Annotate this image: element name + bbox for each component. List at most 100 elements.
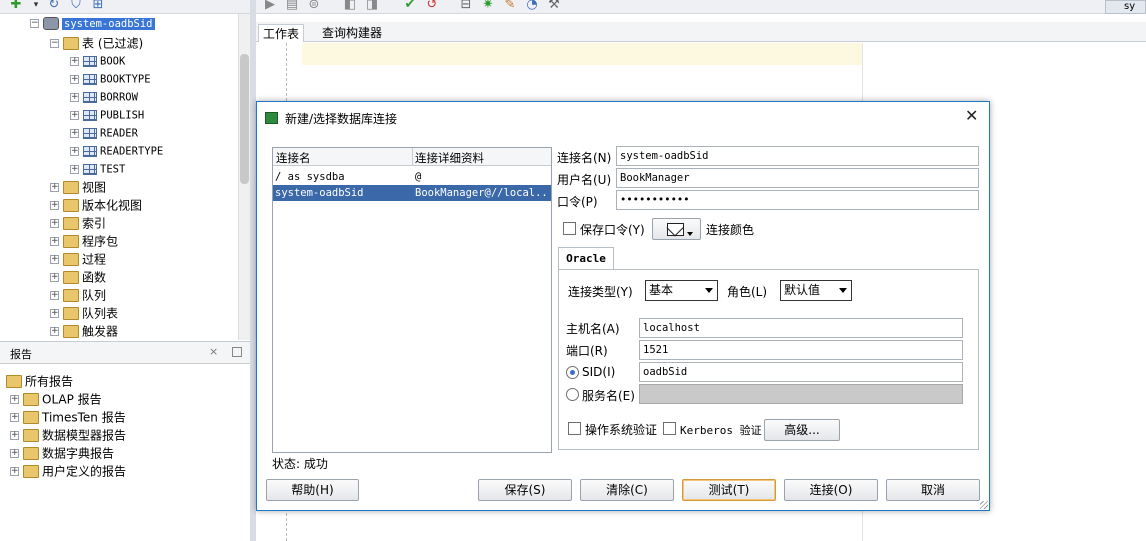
- expand-icon[interactable]: +: [70, 165, 79, 174]
- collapse-icon[interactable]: −: [30, 19, 39, 28]
- advanced-button[interactable]: 高级...: [764, 419, 840, 441]
- expand-icon[interactable]: +: [50, 219, 59, 228]
- dialog-titlebar[interactable]: 新建/选择数据库连接 ✕: [257, 102, 989, 132]
- dropdown-icon[interactable]: ▾: [28, 0, 44, 12]
- help-button[interactable]: 帮助(H): [266, 479, 359, 501]
- tree-scrollbar[interactable]: [238, 14, 250, 340]
- close-icon[interactable]: ×: [209, 345, 218, 358]
- expand-icon[interactable]: +: [50, 255, 59, 264]
- sid-radio[interactable]: [566, 366, 579, 379]
- expand-icon[interactable]: +: [70, 147, 79, 156]
- expand-icon[interactable]: +: [50, 273, 59, 282]
- tree-node-packages[interactable]: + 程序包: [50, 232, 118, 250]
- tree-node-table[interactable]: + TEST: [70, 160, 125, 178]
- history-icon[interactable]: ◨: [364, 0, 380, 12]
- test-button[interactable]: 测试(T): [682, 479, 776, 501]
- expand-icon[interactable]: +: [70, 93, 79, 102]
- list-item-selected[interactable]: system-oadbSid BookManager@//local...: [273, 185, 551, 201]
- tools-icon[interactable]: ⚒: [546, 0, 562, 12]
- conn-name-field[interactable]: system-oadbSid: [616, 146, 979, 166]
- expand-icon[interactable]: +: [50, 201, 59, 210]
- collapse-icon[interactable]: −: [50, 39, 59, 48]
- column-header-details[interactable]: 连接详细资料: [415, 150, 484, 166]
- expand-icon[interactable]: +: [50, 327, 59, 336]
- resize-grip[interactable]: [980, 501, 988, 509]
- list-item[interactable]: / as sysdba @: [273, 169, 551, 185]
- close-icon[interactable]: ✕: [965, 107, 978, 125]
- connection-color-picker[interactable]: [652, 218, 701, 240]
- password-field[interactable]: •••••••••••: [616, 190, 979, 210]
- monitor-icon[interactable]: ◔: [524, 0, 540, 12]
- expand-icon[interactable]: +: [10, 413, 19, 422]
- expand-icon[interactable]: +: [50, 291, 59, 300]
- tree-node-procedures[interactable]: + 过程: [50, 250, 106, 268]
- refresh-icon[interactable]: ↻: [46, 0, 62, 12]
- kerberos-checkbox[interactable]: [663, 422, 676, 435]
- expand-icon[interactable]: +: [70, 129, 79, 138]
- tree-node-table[interactable]: + BOOKTYPE: [70, 70, 151, 88]
- reports-item[interactable]: + 数据字典报告: [10, 444, 114, 462]
- tree-node-queue-tables[interactable]: + 队列表: [50, 304, 118, 322]
- expand-icon[interactable]: +: [70, 75, 79, 84]
- tree-node-table[interactable]: + PUBLISH: [70, 106, 144, 124]
- username-field[interactable]: BookManager: [616, 168, 979, 188]
- reports-item[interactable]: + 数据模型器报告: [10, 426, 126, 444]
- tree-node-queues[interactable]: + 队列: [50, 286, 106, 304]
- cancel-button[interactable]: 取消: [886, 479, 980, 501]
- clear-icon[interactable]: ✎: [502, 0, 518, 12]
- connect-button[interactable]: 连接(O): [784, 479, 878, 501]
- connection-selector[interactable]: sy: [1105, 0, 1146, 14]
- sid-field[interactable]: oadbSid: [639, 362, 963, 382]
- save-button[interactable]: 保存(S): [478, 479, 572, 501]
- conn-type-select[interactable]: 基本: [645, 280, 718, 301]
- expand-icon[interactable]: +: [10, 467, 19, 476]
- tab-worksheet[interactable]: 工作表: [258, 24, 305, 42]
- minimize-icon[interactable]: [232, 347, 242, 357]
- os-auth-checkbox[interactable]: [568, 422, 581, 435]
- schema-browser-icon[interactable]: ⊞: [90, 0, 106, 12]
- tree-node-indexes[interactable]: + 索引: [50, 214, 106, 232]
- service-name-field[interactable]: [639, 384, 963, 404]
- reports-item[interactable]: + OLAP 报告: [10, 390, 102, 408]
- tree-node-table[interactable]: + READER: [70, 124, 138, 142]
- expand-icon[interactable]: +: [50, 309, 59, 318]
- tab-query-builder[interactable]: 查询构建器: [318, 24, 386, 42]
- tree-node-connection[interactable]: − system-oadbSid: [30, 14, 155, 32]
- reports-item[interactable]: + TimesTen 报告: [10, 408, 126, 426]
- port-field[interactable]: 1521: [639, 340, 963, 360]
- role-select[interactable]: 默认值: [780, 280, 852, 301]
- explain-icon[interactable]: ⊜: [306, 0, 322, 12]
- tree-node-triggers[interactable]: + 触发器: [50, 322, 118, 340]
- filter-icon[interactable]: ⛉: [68, 0, 84, 12]
- autotrace-icon[interactable]: ◧: [342, 0, 358, 12]
- column-header-name[interactable]: 连接名: [276, 150, 311, 166]
- reports-root[interactable]: 所有报告: [6, 372, 73, 390]
- service-name-radio[interactable]: [566, 388, 579, 401]
- sql-tuning-icon[interactable]: ⊟: [458, 0, 474, 12]
- column-divider[interactable]: [412, 148, 413, 166]
- rollback-icon[interactable]: ↺: [424, 0, 440, 12]
- tree-node-functions[interactable]: + 函数: [50, 268, 106, 286]
- commit-icon[interactable]: ✔: [402, 0, 418, 12]
- tree-node-tables[interactable]: − 表 (已过滤): [50, 34, 143, 52]
- expand-icon[interactable]: +: [10, 449, 19, 458]
- tree-node-table[interactable]: + READERTYPE: [70, 142, 163, 160]
- expand-icon[interactable]: +: [50, 183, 59, 192]
- tree-node-table[interactable]: + BOOK: [70, 52, 125, 70]
- save-password-checkbox[interactable]: [563, 222, 576, 235]
- add-connection-icon[interactable]: ✚: [8, 0, 24, 12]
- tree-node-table[interactable]: + BORROW: [70, 88, 138, 106]
- tree-node-views[interactable]: + 视图: [50, 178, 106, 196]
- hostname-field[interactable]: localhost: [639, 318, 963, 338]
- scrollbar-thumb[interactable]: [240, 54, 249, 184]
- reports-item[interactable]: + 用户定义的报告: [10, 462, 126, 480]
- clear-button[interactable]: 清除(C): [580, 479, 674, 501]
- expand-icon[interactable]: +: [10, 395, 19, 404]
- tab-oracle[interactable]: Oracle: [558, 247, 614, 269]
- expand-icon[interactable]: +: [10, 431, 19, 440]
- expand-icon[interactable]: +: [70, 111, 79, 120]
- expand-icon[interactable]: +: [50, 237, 59, 246]
- run-script-icon[interactable]: ▤: [284, 0, 300, 12]
- format-icon[interactable]: ✷: [480, 0, 496, 12]
- tree-node-editioning-views[interactable]: + 版本化视图: [50, 196, 142, 214]
